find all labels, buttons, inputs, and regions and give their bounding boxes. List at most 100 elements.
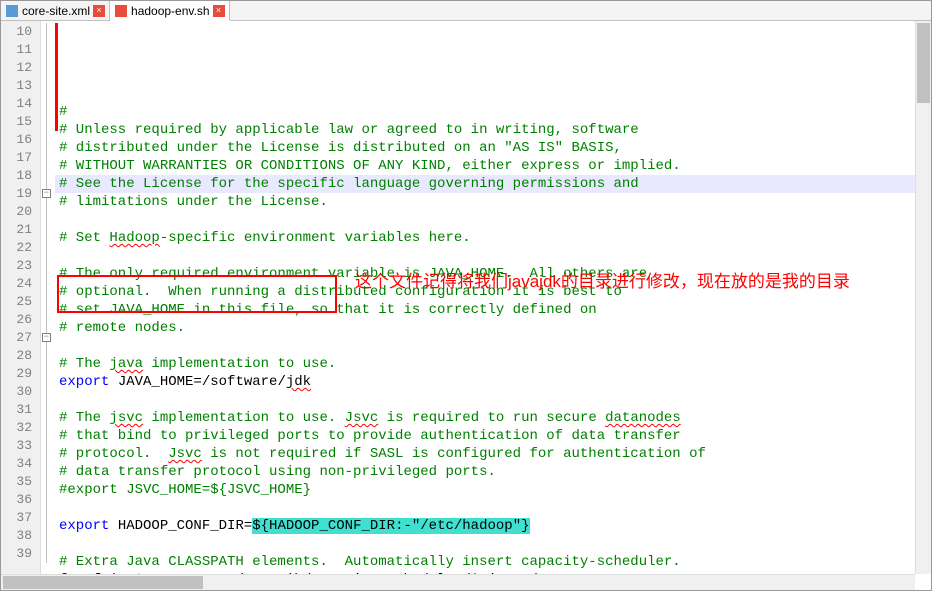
line-number: 15 (1, 113, 40, 131)
code-line[interactable]: # data transfer protocol using non-privi… (55, 463, 931, 481)
line-number: 39 (1, 545, 40, 563)
line-number: 29 (1, 365, 40, 383)
fold-cell (41, 239, 55, 257)
fold-cell (41, 23, 55, 41)
horizontal-scroll-thumb[interactable] (3, 576, 203, 589)
code-line[interactable] (55, 391, 931, 409)
code-area[interactable]: 这个文件记得将我们javajdk的目录进行修改，现在放的是我的目录 ## Unl… (55, 21, 931, 590)
code-token: Jsvc (168, 446, 202, 462)
line-number: 23 (1, 257, 40, 275)
line-number: 31 (1, 401, 40, 419)
line-number: 25 (1, 293, 40, 311)
code-token: # The only required environment variable… (59, 266, 647, 282)
code-line[interactable]: # The only required environment variable… (55, 265, 931, 283)
fold-cell (41, 221, 55, 239)
line-number: 22 (1, 239, 40, 257)
code-line[interactable] (55, 211, 931, 229)
code-line[interactable] (55, 499, 931, 517)
fold-cell (41, 131, 55, 149)
code-line[interactable]: # See the License for the specific langu… (55, 175, 931, 193)
code-token: is not required if SASL is configured fo… (202, 446, 706, 462)
fold-cell (41, 509, 55, 527)
fold-cell (41, 383, 55, 401)
code-line[interactable]: # (55, 103, 931, 121)
code-line[interactable] (55, 535, 931, 553)
fold-cell: − (41, 185, 55, 203)
fold-cell (41, 491, 55, 509)
code-line[interactable]: export JAVA_HOME=/software/jdk (55, 373, 931, 391)
horizontal-scrollbar[interactable] (1, 574, 915, 590)
code-token: # data transfer protocol using non-privi… (59, 464, 496, 480)
code-token: # optional. When running a distributed c… (59, 284, 622, 300)
tab-label: hadoop-env.sh (131, 4, 210, 18)
fold-toggle-icon[interactable]: − (42, 189, 51, 198)
code-line[interactable]: # that bind to privileged ports to provi… (55, 427, 931, 445)
code-line[interactable]: # protocol. Jsvc is not required if SASL… (55, 445, 931, 463)
code-line[interactable]: # distributed under the License is distr… (55, 139, 931, 157)
code-token: # that bind to privileged ports to provi… (59, 428, 681, 444)
line-number: 16 (1, 131, 40, 149)
fold-cell (41, 419, 55, 437)
code-token: # set JAVA_HOME in this file, so that it… (59, 302, 597, 318)
fold-cell (41, 77, 55, 95)
fold-cell (41, 59, 55, 77)
code-line[interactable]: # Set Hadoop-specific environment variab… (55, 229, 931, 247)
close-icon[interactable]: × (93, 5, 105, 17)
tab-xml[interactable]: core-site.xml× (1, 1, 110, 20)
fold-cell (41, 347, 55, 365)
fold-cell (41, 113, 55, 131)
fold-cell (41, 293, 55, 311)
code-line[interactable] (55, 247, 931, 265)
line-number-gutter: 1011121314151617181920212223242526272829… (1, 21, 41, 590)
code-line[interactable]: # WITHOUT WARRANTIES OR CONDITIONS OF AN… (55, 157, 931, 175)
code-line[interactable]: # remote nodes. (55, 319, 931, 337)
code-token: # protocol. (59, 446, 168, 462)
code-token: # distributed under the License is distr… (59, 140, 622, 156)
fold-cell (41, 401, 55, 419)
fold-cell (41, 437, 55, 455)
code-token: HADOOP_CONF_DIR= (109, 518, 252, 534)
code-line[interactable]: # Unless required by applicable law or a… (55, 121, 931, 139)
vertical-scrollbar[interactable] (915, 21, 931, 574)
line-number: 13 (1, 77, 40, 95)
code-line[interactable]: # The jsvc implementation to use. Jsvc i… (55, 409, 931, 427)
code-token: # limitations under the License. (59, 194, 328, 210)
vertical-scroll-thumb[interactable] (917, 23, 930, 103)
code-token: Jsvc (345, 410, 379, 426)
code-token: jdk (286, 374, 311, 390)
code-line[interactable]: # Extra Java CLASSPATH elements. Automat… (55, 553, 931, 571)
line-number: 38 (1, 527, 40, 545)
code-token: ${HADOOP_CONF_DIR:-"/etc/hadoop"} (252, 518, 529, 534)
tab-sh[interactable]: hadoop-env.sh× (110, 1, 230, 21)
code-token: JAVA_HOME=/software/ (109, 374, 285, 390)
close-icon[interactable]: × (213, 5, 225, 17)
line-number: 24 (1, 275, 40, 293)
line-number: 27 (1, 329, 40, 347)
line-number: 10 (1, 23, 40, 41)
code-line[interactable] (55, 337, 931, 355)
line-number: 18 (1, 167, 40, 185)
line-number: 21 (1, 221, 40, 239)
line-number: 11 (1, 41, 40, 59)
fold-cell (41, 275, 55, 293)
code-line[interactable]: # The java implementation to use. (55, 355, 931, 373)
fold-column: −− (41, 21, 55, 590)
code-line[interactable]: # set JAVA_HOME in this file, so that it… (55, 301, 931, 319)
fold-cell (41, 311, 55, 329)
code-line[interactable]: export HADOOP_CONF_DIR=${HADOOP_CONF_DIR… (55, 517, 931, 535)
line-number: 20 (1, 203, 40, 221)
code-line[interactable]: # limitations under the License. (55, 193, 931, 211)
fold-toggle-icon[interactable]: − (42, 333, 51, 342)
code-token: implementation to use. (143, 410, 345, 426)
line-number: 17 (1, 149, 40, 167)
code-token: # Unless required by applicable law or a… (59, 122, 639, 138)
code-token: java (109, 356, 143, 372)
editor-body: 1011121314151617181920212223242526272829… (1, 21, 931, 590)
code-line[interactable]: #export JSVC_HOME=${JSVC_HOME} (55, 481, 931, 499)
code-token: # Extra Java CLASSPATH elements. Automat… (59, 554, 681, 570)
shell-file-icon (114, 4, 128, 18)
code-line[interactable]: # optional. When running a distributed c… (55, 283, 931, 301)
bracket-indicator (55, 23, 58, 131)
fold-cell (41, 473, 55, 491)
code-token: # remote nodes. (59, 320, 185, 336)
